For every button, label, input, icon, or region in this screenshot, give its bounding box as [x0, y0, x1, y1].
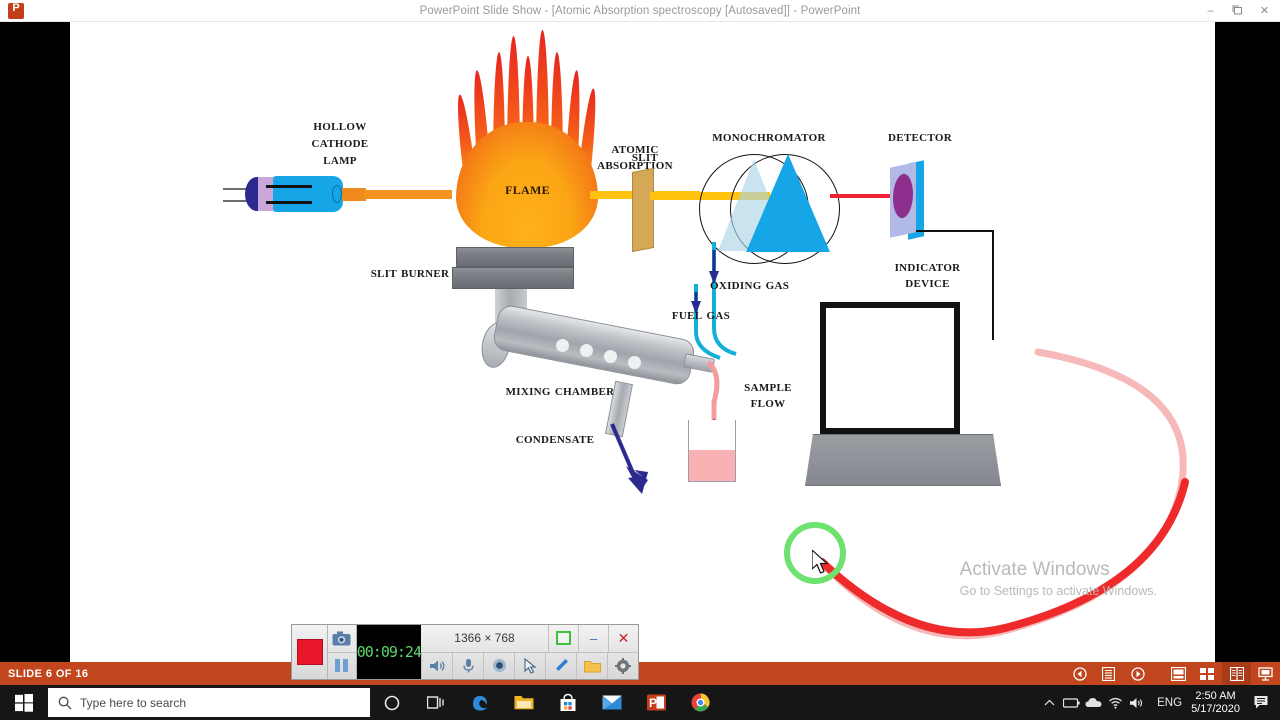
restore-button[interactable]: [1224, 0, 1251, 21]
label-indicator-device: Indicator Device: [894, 259, 961, 291]
file-explorer-icon[interactable]: [502, 685, 546, 720]
normal-view-icon[interactable]: [1164, 662, 1193, 685]
task-view-icon[interactable]: [414, 685, 458, 720]
label-condensate: Condensate: [515, 431, 595, 447]
slideshow-stage[interactable]: Hollow Cathode Lamp: [0, 22, 1280, 662]
minimize-button[interactable]: –: [1197, 0, 1224, 21]
watermark-title: Activate Windows: [959, 559, 1110, 580]
detector-cable-horizontal: [916, 230, 994, 232]
slide-canvas[interactable]: Hollow Cathode Lamp: [70, 22, 1215, 662]
label-fuel-gas: Fuel Gas: [671, 307, 730, 323]
previous-slide-icon[interactable]: [1065, 662, 1094, 685]
mixing-chamber-hole: [556, 339, 569, 352]
pen-icon[interactable]: [545, 652, 576, 679]
system-tray: ENG 2:50 AM 5/17/2020: [1038, 685, 1280, 720]
notifications-icon[interactable]: [1248, 695, 1276, 710]
microsoft-store-icon[interactable]: [546, 685, 590, 720]
menu-options-icon[interactable]: [1094, 662, 1123, 685]
indicator-device-keyboard: [805, 434, 1001, 486]
chevron-up-icon[interactable]: [1038, 699, 1060, 707]
svg-text:P: P: [649, 696, 657, 710]
label-oxiding-gas: Oxiding Gas: [710, 277, 790, 293]
sample-beaker-liquid: [689, 450, 735, 481]
cortana-circle-icon[interactable]: [370, 685, 414, 720]
slide-sorter-icon[interactable]: [1193, 662, 1222, 685]
mixing-chamber-hole: [628, 356, 641, 369]
stop-recording-button[interactable]: [292, 625, 329, 679]
search-icon: [58, 696, 72, 710]
mixing-chamber-hole: [580, 344, 593, 357]
search-input[interactable]: Type here to search: [48, 688, 370, 717]
recording-timer: 00:09:24: [356, 625, 422, 679]
label-slit: Slit: [631, 149, 659, 165]
edge-browser-icon[interactable]: [458, 685, 502, 720]
label-flame: Flame: [505, 179, 550, 198]
watermark-subtitle: Go to Settings to activate Windows.: [959, 584, 1157, 598]
recorder-top-row: 1366 × 768 – ✕: [421, 625, 638, 653]
slit-burner-top-block: [456, 247, 574, 267]
window-title: PowerPoint Slide Show - [Atomic Absorpti…: [419, 4, 861, 17]
mail-icon[interactable]: [590, 685, 634, 720]
reading-view-icon[interactable]: [1222, 662, 1251, 685]
powerpoint-icon[interactable]: P: [634, 685, 678, 720]
clock-date: 5/17/2020: [1191, 702, 1240, 715]
slideshow-view-icon[interactable]: [1251, 662, 1280, 685]
recorder-right-panel: 1366 × 768 – ✕: [421, 625, 638, 679]
label-monochromator: Monochromator: [712, 129, 826, 145]
next-slide-icon[interactable]: [1123, 662, 1152, 685]
chrome-icon[interactable]: [678, 685, 722, 720]
wifi-icon[interactable]: [1104, 697, 1126, 709]
windows-taskbar: Type here to search P ENG 2:50 AM 5/17/2…: [0, 685, 1280, 720]
battery-icon[interactable]: [1060, 697, 1082, 708]
indicator-device-screen: [820, 302, 960, 434]
label-detector: Detector: [888, 129, 952, 145]
clock[interactable]: 2:50 AM 5/17/2020: [1191, 690, 1240, 716]
settings-gear-icon[interactable]: [607, 652, 638, 679]
label-sample-flow: Sample Flow: [744, 379, 792, 411]
language-indicator[interactable]: ENG: [1157, 697, 1182, 709]
title-bar: PowerPoint Slide Show - [Atomic Absorpti…: [0, 0, 1280, 22]
speaker-icon[interactable]: [421, 652, 452, 679]
lamp-electrode-bottom: [266, 201, 312, 204]
screen: PowerPoint Slide Show - [Atomic Absorpti…: [0, 0, 1280, 720]
recording-resolution: 1366 × 768: [454, 631, 515, 646]
close-button[interactable]: ✕: [1251, 0, 1278, 21]
speaker-icon[interactable]: [1126, 697, 1148, 709]
label-hollow-cathode-lamp: Hollow Cathode Lamp: [311, 117, 369, 168]
window-controls: – ✕: [1197, 0, 1278, 21]
webcam-icon[interactable]: [483, 652, 514, 679]
recorder-tool-row: [421, 652, 638, 679]
screenshot-camera-button[interactable]: [328, 625, 356, 653]
pause-recording-button[interactable]: [328, 653, 356, 680]
lamp-electrode-top: [266, 185, 312, 188]
label-slit-burner: Slit Burner: [370, 265, 450, 281]
stop-square-icon: [296, 639, 323, 665]
beam-lamp-to-flame: [364, 190, 452, 199]
slide-number-indicator: SLIDE 6 OF 16: [8, 667, 89, 680]
activate-windows-watermark: Activate Windows Go to Settings to activ…: [960, 558, 1157, 600]
recorder-close-button[interactable]: ✕: [608, 625, 638, 652]
prism: [746, 154, 830, 252]
cursor-icon[interactable]: [514, 652, 545, 679]
region-select-button[interactable]: [548, 625, 578, 652]
mixing-chamber-hole: [604, 350, 617, 363]
screen-recorder-toolbar[interactable]: 00:09:24 1366 × 768 – ✕: [291, 624, 639, 680]
search-placeholder: Type here to search: [80, 695, 187, 710]
powerpoint-icon: [8, 2, 24, 19]
windows-start-icon[interactable]: [0, 685, 48, 720]
folder-icon[interactable]: [576, 652, 607, 679]
powerpoint-status-bar: SLIDE 6 OF 16: [0, 662, 1280, 685]
mouse-cursor: [812, 550, 829, 574]
recorder-minimize-button[interactable]: –: [578, 625, 608, 652]
onedrive-cloud-icon[interactable]: [1082, 697, 1104, 708]
recorder-left-buttons: [328, 625, 357, 679]
microphone-icon[interactable]: [452, 652, 483, 679]
status-bar-controls: [1065, 662, 1280, 685]
lamp-aperture-ring: [332, 185, 342, 203]
lamp-output-neck: [342, 188, 366, 201]
clock-time: 2:50 AM: [1195, 689, 1236, 702]
slit-plate: [632, 167, 654, 253]
